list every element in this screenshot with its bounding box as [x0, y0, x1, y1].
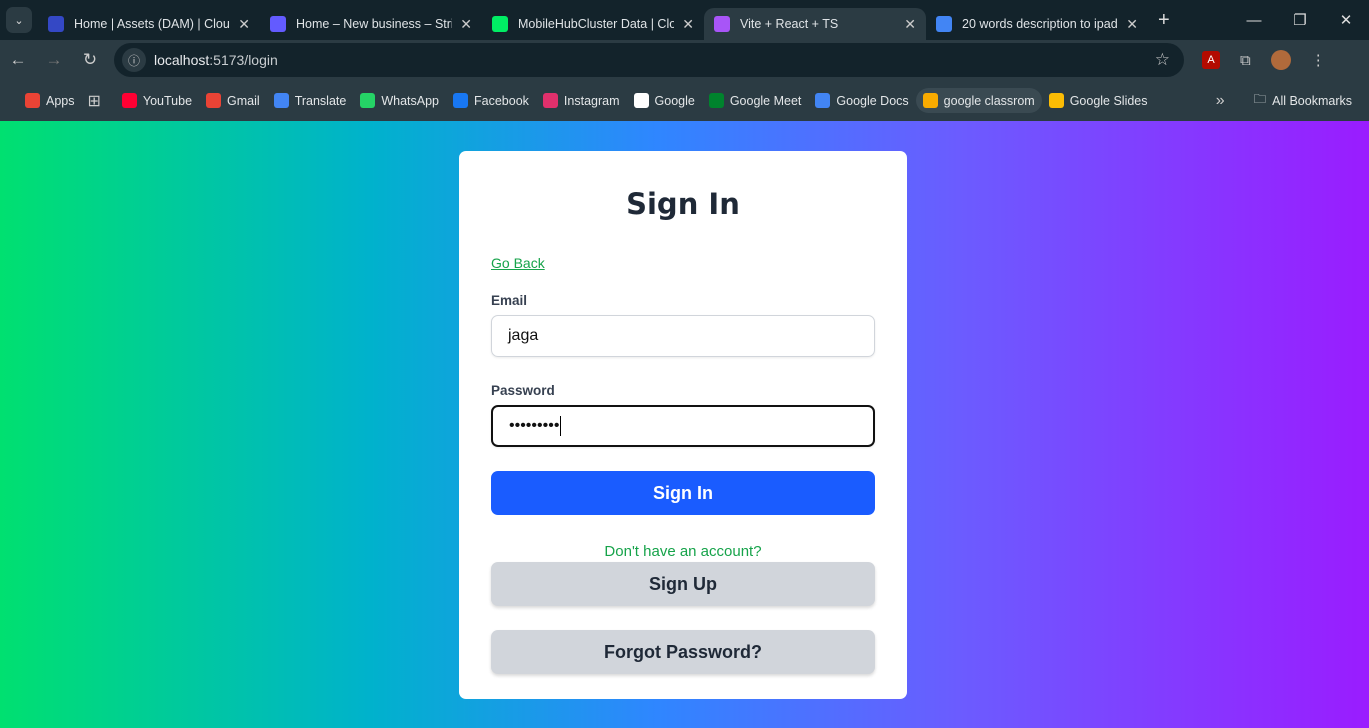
- forward-icon[interactable]: →: [36, 50, 72, 70]
- bookmark-icon: [922, 93, 938, 108]
- profile-avatar[interactable]: [1270, 50, 1291, 70]
- bookmark-label: WhatsApp: [381, 93, 440, 108]
- bookmark-icon: [708, 93, 724, 108]
- bookmark-label: Translate: [294, 93, 347, 108]
- login-page: Sign In Go Back Email jaga Password ••••…: [0, 121, 1369, 728]
- bookmark-icon: [121, 93, 137, 108]
- bookmark-item[interactable]: Google Meet: [702, 88, 809, 113]
- bookmark-label: Google Slides: [1069, 93, 1148, 108]
- bookmark-item[interactable]: Google Docs: [808, 88, 915, 113]
- browser-tab[interactable]: MobileHubCluster Data | Cloud ✕: [482, 8, 704, 40]
- tab-favicon-icon: [714, 16, 730, 32]
- bookmark-label: YouTube: [142, 93, 193, 108]
- browser-tab[interactable]: 20 words description to ipad ✕: [926, 8, 1148, 40]
- url-host: localhost: [154, 52, 210, 68]
- browser-tab[interactable]: Home | Assets (DAM) | Cloudinary ✕: [38, 8, 260, 40]
- email-field[interactable]: jaga: [491, 315, 875, 357]
- more-bookmarks-icon[interactable]: »: [1216, 92, 1225, 110]
- tab-title: Home – New business – Stripe: [296, 17, 453, 31]
- all-bookmarks-button[interactable]: 🗀 All Bookmarks: [1247, 85, 1359, 116]
- bookmark-star-icon[interactable]: ☆: [1155, 50, 1170, 70]
- address-bar[interactable]: ⓘ localhost:5173/login ☆: [114, 43, 1184, 77]
- reload-icon[interactable]: ↻: [72, 50, 108, 70]
- sign-in-button[interactable]: Sign In: [491, 471, 875, 515]
- tab-search-button[interactable]: ⌄: [6, 7, 32, 33]
- bookmark-icon: [453, 93, 469, 108]
- url-path: :5173/login: [209, 52, 278, 68]
- back-icon[interactable]: ←: [0, 50, 36, 70]
- bookmark-item[interactable]: WhatsApp: [353, 88, 446, 113]
- folder-icon: 🗀: [1253, 92, 1267, 106]
- bookmark-icon: [633, 93, 649, 108]
- password-field[interactable]: •••••••••: [491, 405, 875, 447]
- close-tab-icon[interactable]: ✕: [1126, 16, 1138, 33]
- tab-favicon-icon: [270, 16, 286, 32]
- menu-icon[interactable]: ⋮: [1311, 51, 1326, 69]
- bookmark-icon: [542, 93, 558, 108]
- sign-in-card: Sign In Go Back Email jaga Password ••••…: [459, 151, 907, 699]
- bookmark-icon: [360, 93, 376, 108]
- password-value: •••••••••: [509, 417, 560, 434]
- password-label: Password: [491, 383, 555, 398]
- bookmarks-bar: Apps ⊞ YouTube Gmail Translate WhatsApp Facebo…: [0, 80, 1369, 121]
- tab-favicon-icon: [492, 16, 508, 32]
- close-tab-icon[interactable]: ✕: [460, 16, 472, 33]
- bookmark-icon: [206, 93, 222, 108]
- bookmark-item[interactable]: Gmail: [199, 88, 267, 113]
- close-window-button[interactable]: ✕: [1323, 0, 1369, 40]
- browser-tab[interactable]: Home – New business – Stripe ✕: [260, 8, 482, 40]
- site-info-icon[interactable]: ⓘ: [122, 48, 146, 72]
- bookmark-item[interactable]: Translate: [267, 88, 354, 113]
- tab-title: 20 words description to ipad: [962, 17, 1118, 31]
- bookmark-label: Google: [654, 93, 695, 108]
- close-tab-icon[interactable]: ✕: [682, 16, 694, 33]
- bookmark-label: Instagram: [563, 93, 620, 108]
- bookmark-icon: [1048, 93, 1064, 108]
- bookmark-item[interactable]: Instagram: [536, 88, 627, 113]
- page-title: Sign In: [626, 187, 740, 221]
- sign-up-button[interactable]: Sign Up: [491, 562, 875, 606]
- tab-strip: ⌄ Home | Assets (DAM) | Cloudinary✕Home …: [0, 0, 1369, 40]
- restore-button[interactable]: ❐: [1277, 0, 1323, 40]
- bookmark-item[interactable]: Google Slides: [1042, 88, 1155, 113]
- tab-title: Home | Assets (DAM) | Cloudinary: [74, 17, 230, 31]
- tab-groups-icon[interactable]: ⊞: [88, 91, 101, 111]
- extensions-icon[interactable]: ⧉: [1240, 52, 1251, 69]
- email-label: Email: [491, 293, 528, 308]
- browser-tab[interactable]: Vite + React + TS ✕: [704, 8, 926, 40]
- tab-favicon-icon: [936, 16, 952, 32]
- bookmark-icon: [815, 93, 831, 108]
- new-tab-button[interactable]: +: [1158, 9, 1170, 32]
- bookmark-item[interactable]: Google: [627, 88, 702, 113]
- bookmark-item[interactable]: Facebook: [446, 88, 536, 113]
- bookmark-label: Facebook: [474, 93, 529, 108]
- close-tab-icon[interactable]: ✕: [238, 16, 250, 33]
- bookmark-label: Gmail: [227, 93, 260, 108]
- tab-title: MobileHubCluster Data | Cloud: [518, 17, 675, 31]
- bookmark-label: Google Docs: [836, 93, 909, 108]
- bookmark-item[interactable]: Apps: [18, 88, 82, 113]
- pdf-extension-icon[interactable]: A: [1202, 51, 1220, 69]
- bookmark-item[interactable]: YouTube: [115, 88, 199, 113]
- bookmark-label: Apps: [46, 93, 75, 108]
- bookmark-label: Google Meet: [729, 93, 802, 108]
- bookmark-item[interactable]: google classrom: [915, 88, 1042, 113]
- all-bookmarks-label: All Bookmarks: [1272, 93, 1352, 108]
- forgot-password-button[interactable]: Forgot Password?: [491, 630, 875, 674]
- go-back-link[interactable]: Go Back: [491, 255, 875, 271]
- no-account-text: Don't have an account?: [604, 543, 762, 560]
- tab-favicon-icon: [48, 16, 64, 32]
- minimize-button[interactable]: —: [1231, 0, 1277, 40]
- bookmark-icon: [273, 93, 289, 108]
- bookmark-label: google classrom: [943, 93, 1035, 108]
- close-tab-icon[interactable]: ✕: [904, 16, 916, 33]
- bookmark-icon: [25, 93, 40, 108]
- tab-title: Vite + React + TS: [740, 17, 839, 31]
